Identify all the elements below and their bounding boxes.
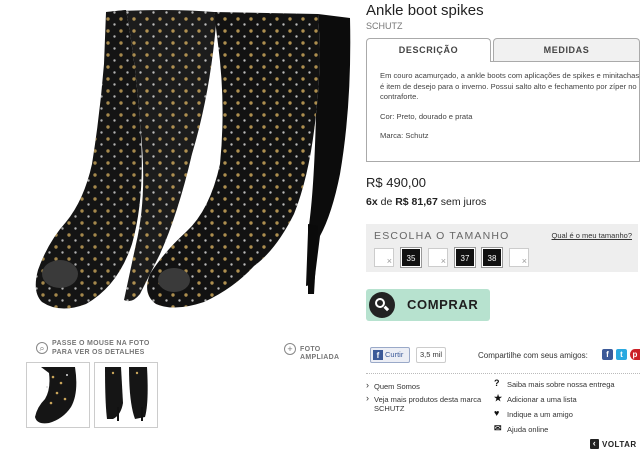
size-option-unavailable: [374, 248, 394, 271]
thumbnail-strip: [26, 362, 166, 428]
thumbnail-1[interactable]: [26, 362, 90, 428]
product-main-image[interactable]: [14, 4, 360, 334]
star-icon: ★: [494, 393, 503, 403]
link-quem-somos[interactable]: Quem Somos: [366, 381, 492, 391]
thumbnail-front-image: [35, 367, 77, 424]
product-brand[interactable]: SCHUTZ: [366, 21, 403, 31]
link-online-help[interactable]: ✉ Ajuda online: [494, 423, 640, 435]
link-add-to-list-label: Adicionar a uma lista: [507, 395, 577, 404]
back-button[interactable]: VOLTAR: [588, 439, 640, 451]
info-links: Quem Somos Veja mais produtos desta marc…: [366, 373, 492, 429]
facebook-icon[interactable]: f: [602, 349, 613, 360]
installments-count: 6x: [366, 196, 378, 208]
chat-icon: ✉: [494, 423, 502, 433]
product-title: Ankle boot spikes: [366, 2, 484, 19]
link-online-help-label: Ajuda online: [507, 425, 549, 434]
size-title: ESCOLHA O TAMANHO: [374, 230, 510, 242]
tab-descricao[interactable]: DESCRIÇÃO: [366, 38, 491, 62]
buy-button-label: COMPRAR: [407, 297, 479, 312]
facebook-like-button[interactable]: Curtir: [370, 347, 410, 363]
zoom-hint-line2: PARA VER OS DETALHES: [52, 349, 145, 356]
link-delivery-label: Saiba mais sobre nossa entrega: [507, 380, 615, 389]
description-brand: Marca: Schutz: [380, 131, 429, 140]
social-bar: Curtir 3,5 mil Compartilhe com seus amig…: [370, 347, 640, 365]
size-option-unavailable: [509, 248, 529, 271]
size-option-37[interactable]: 37: [454, 247, 476, 268]
image-hints: ⌕ PASSE O MOUSE NA FOTO PARA VER OS DETA…: [36, 340, 360, 362]
buy-button[interactable]: COMPRAR: [366, 289, 490, 321]
product-tabs: DESCRIÇÃO MEDIDAS Em couro acamurçado, a…: [366, 38, 640, 162]
size-option-38[interactable]: 38: [481, 247, 503, 268]
pinterest-icon[interactable]: p: [630, 349, 640, 360]
thumbnail-back-image: [105, 367, 148, 421]
link-add-to-list[interactable]: ★ Adicionar a uma lista: [494, 393, 640, 405]
heart-icon: ♥: [494, 408, 500, 418]
installments: 6x de R$ 81,67 sem juros: [366, 196, 486, 208]
zoom-hint-line1: PASSE O MOUSE NA FOTO: [52, 340, 150, 347]
plus-circle-icon[interactable]: +: [284, 343, 296, 355]
size-help-link[interactable]: Qual é o meu tamanho?: [552, 231, 632, 240]
size-selector: ESCOLHA O TAMANHO Qual é o meu tamanho? …: [366, 224, 638, 272]
search-icon: [369, 292, 395, 318]
installments-de: de: [380, 196, 393, 208]
installment-value: R$ 81,67: [395, 196, 438, 208]
action-links: ? Saiba mais sobre nossa entrega ★ Adici…: [494, 373, 640, 435]
description-panel: Em couro acamurçado, a ankle boots com a…: [366, 61, 640, 162]
size-option-unavailable: [428, 248, 448, 271]
enlarge-photo-link[interactable]: FOTO AMPLIADA: [300, 346, 360, 362]
question-icon: ?: [494, 378, 500, 388]
ankle-boots-photo: [35, 10, 351, 309]
description-text: Em couro acamurçado, a ankle boots com a…: [380, 71, 640, 101]
link-recommend-label: Indique a um amigo: [507, 410, 573, 419]
link-more-brand-products[interactable]: Veja mais produtos desta marca SCHUTZ: [366, 394, 492, 413]
tab-medidas[interactable]: MEDIDAS: [493, 38, 640, 61]
installments-suffix: sem juros: [440, 196, 487, 208]
facebook-like-count: 3,5 mil: [416, 347, 446, 363]
description-color: Cor: Preto, dourado e prata: [380, 111, 473, 121]
twitter-icon[interactable]: t: [616, 349, 627, 360]
size-option-35[interactable]: 35: [400, 247, 422, 268]
product-price: R$ 490,00: [366, 175, 426, 190]
thumbnail-2[interactable]: [94, 362, 158, 428]
zoom-icon: ⌕: [36, 342, 48, 354]
link-recommend-friend[interactable]: ♥ Indique a um amigo: [494, 408, 640, 420]
link-delivery-info[interactable]: ? Saiba mais sobre nossa entrega: [494, 378, 640, 390]
share-text: Compartilhe com seus amigos:: [478, 351, 588, 360]
